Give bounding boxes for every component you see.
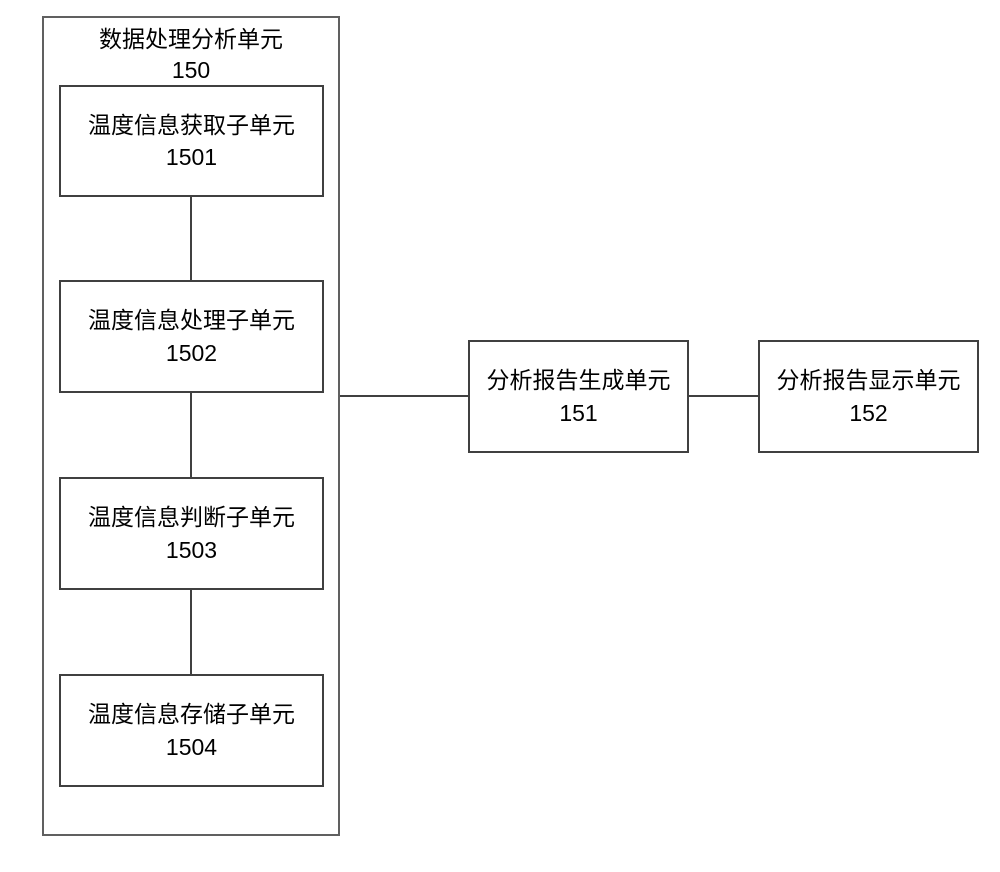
subunit-title: 温度信息存储子单元	[88, 698, 295, 730]
subunit-title: 温度信息判断子单元	[88, 501, 295, 533]
subunit-code: 1504	[166, 731, 217, 763]
subunit-1503: 温度信息判断子单元 1503	[59, 477, 324, 590]
outer-title: 数据处理分析单元	[44, 24, 338, 55]
subunit-code: 1503	[166, 534, 217, 566]
subunit-1502: 温度信息处理子单元 1502	[59, 280, 324, 393]
connector-150-151	[340, 395, 468, 397]
connector-151-152	[689, 395, 758, 397]
subunit-1501: 温度信息获取子单元 1501	[59, 85, 324, 197]
gen-code: 151	[559, 397, 597, 429]
connector-1503-1504	[190, 590, 192, 674]
gen-title: 分析报告生成单元	[487, 364, 671, 396]
subunit-title: 温度信息处理子单元	[88, 304, 295, 336]
subunit-code: 1502	[166, 337, 217, 369]
connector-1502-1503	[190, 393, 192, 477]
connector-1501-1502	[190, 197, 192, 280]
disp-code: 152	[849, 397, 887, 429]
analysis-report-generation-unit: 分析报告生成单元 151	[468, 340, 689, 453]
analysis-report-display-unit: 分析报告显示单元 152	[758, 340, 979, 453]
subunit-1504: 温度信息存储子单元 1504	[59, 674, 324, 787]
disp-title: 分析报告显示单元	[777, 364, 961, 396]
subunit-title: 温度信息获取子单元	[88, 109, 295, 141]
outer-code: 150	[44, 55, 338, 86]
outer-header: 数据处理分析单元 150	[44, 24, 338, 86]
subunit-code: 1501	[166, 141, 217, 173]
